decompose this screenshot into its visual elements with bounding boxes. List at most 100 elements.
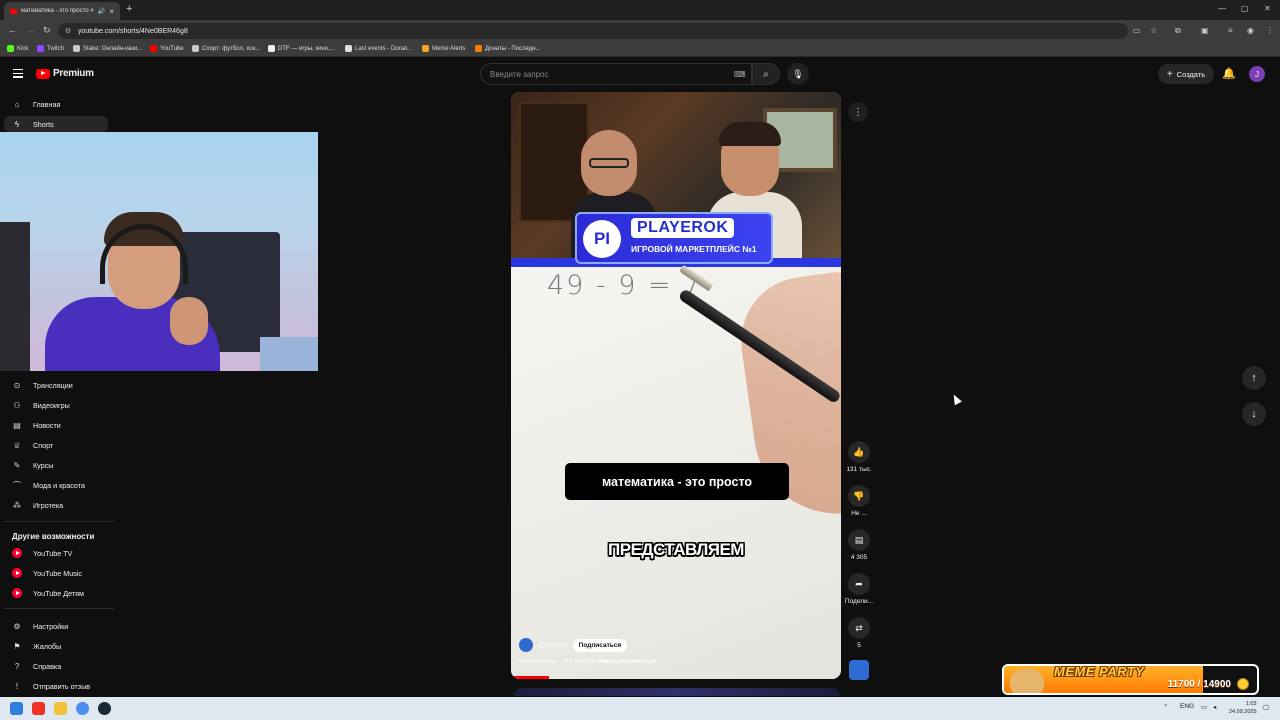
- dislike-button[interactable]: 👎: [848, 485, 870, 507]
- notifications-bell-icon[interactable]: 🔔: [1222, 67, 1236, 80]
- back-icon[interactable]: ←: [8, 25, 17, 35]
- remix-button[interactable]: ⇄: [848, 617, 870, 639]
- create-button[interactable]: + Создать: [1158, 64, 1214, 84]
- share-button[interactable]: ➦: [848, 573, 870, 595]
- video-hashtag[interactable]: #нельзясмеяться: [598, 658, 657, 665]
- close-window-icon[interactable]: ✕: [1264, 4, 1271, 13]
- bookmark-star-icon[interactable]: ☆: [1150, 26, 1157, 35]
- subscribe-button[interactable]: Подписаться: [572, 638, 628, 652]
- network-icon[interactable]: ▭: [1201, 703, 1207, 711]
- like-button[interactable]: 👍: [848, 441, 870, 463]
- next-short-preview[interactable]: [514, 688, 840, 696]
- site-info-icon[interactable]: ⚙: [65, 27, 71, 35]
- forward-icon[interactable]: →: [26, 25, 35, 35]
- tab-audio-icon[interactable]: 🔊: [98, 8, 105, 15]
- sidebar-item-live[interactable]: ⊙ Трансляции: [4, 377, 108, 393]
- previous-short-button[interactable]: ↑: [1242, 366, 1266, 390]
- sidebar-item-gaming[interactable]: ⚇ Видеоигры: [4, 397, 108, 413]
- volume-icon[interactable]: ◂: [1213, 703, 1216, 711]
- windows-start-icon[interactable]: [10, 702, 23, 715]
- bookmark-donations[interactable]: Донаты - Последн...: [475, 45, 541, 52]
- notifications-center-icon[interactable]: ▢: [1263, 703, 1269, 711]
- channel-avatar[interactable]: [519, 638, 533, 652]
- sidebar-item-news[interactable]: ▤ Новости: [4, 417, 108, 433]
- bookmark-kick[interactable]: Kick: [7, 45, 28, 52]
- sidebar-item-label: Главная: [33, 99, 61, 109]
- sidebar-item-help[interactable]: ? Справка: [4, 658, 108, 674]
- maximize-icon[interactable]: ▢: [1241, 4, 1249, 13]
- sound-source-avatar[interactable]: [849, 660, 869, 680]
- sidebar-item-sport[interactable]: ♕ Спорт: [4, 437, 108, 453]
- bookmark-twitch[interactable]: Twitch: [37, 45, 64, 52]
- youtube-play-icon: [36, 68, 50, 79]
- dtf-icon: [268, 45, 275, 52]
- sidebar-item-label: Настройки: [33, 621, 69, 631]
- more-options-button[interactable]: ⋮: [848, 102, 868, 122]
- sidebar-item-youtube-music[interactable]: YouTube Music: [4, 565, 108, 581]
- account-avatar[interactable]: J: [1249, 66, 1265, 82]
- sidebar-item-home[interactable]: ⌂ Главная: [4, 96, 108, 112]
- reload-icon[interactable]: ↻: [43, 25, 51, 36]
- share-label: Подели...: [844, 598, 874, 605]
- video-progress-bar[interactable]: [511, 676, 549, 679]
- next-short-button[interactable]: ↓: [1242, 402, 1266, 426]
- doge-icon: [1010, 669, 1044, 693]
- tray-overflow-icon[interactable]: ⌃: [1163, 703, 1168, 711]
- sidebar-item-fashion[interactable]: ⌒ Мода и красота: [4, 477, 108, 493]
- video-title[interactable]: математика - это просто #нельзясмеяться: [519, 658, 657, 665]
- bookmark-dtf[interactable]: DTF — игры, кино,...: [268, 45, 335, 52]
- browser-tab-active[interactable]: математика - это просто # 🔊 ×: [4, 2, 120, 20]
- tab-close-icon[interactable]: ×: [109, 7, 114, 16]
- voice-search-button[interactable]: 🎙: [787, 63, 809, 85]
- extensions-icon[interactable]: ⧉: [1175, 26, 1181, 36]
- file-explorer-icon[interactable]: [54, 702, 67, 715]
- shorts-video-player[interactable]: PI PLAYEROK ИГРОВОЙ МАРКЕТПЛЕЙС №1 49 - …: [511, 92, 841, 679]
- sponsor-tagline: ИГРОВОЙ МАРКЕТПЛЕЙС №1: [631, 244, 757, 254]
- search-button[interactable]: ⌕: [752, 63, 780, 85]
- feedback-icon: !: [15, 681, 19, 691]
- meme-party-count: 11700 / 14900: [1167, 679, 1231, 690]
- comments-button[interactable]: ▤: [848, 529, 870, 551]
- new-tab-icon[interactable]: +: [126, 3, 132, 15]
- kebab-menu-icon[interactable]: ⋮: [1266, 26, 1274, 35]
- media-icon[interactable]: ≡: [1228, 26, 1233, 35]
- keyboard-icon[interactable]: ⌨: [734, 70, 746, 79]
- sidebar-item-feedback[interactable]: ! Отправить отзыв: [4, 678, 108, 694]
- brand-text: Premium: [53, 68, 94, 79]
- sidebar-item-courses[interactable]: ✎ Курсы: [4, 457, 108, 473]
- plus-icon: +: [1166, 68, 1173, 80]
- youtube-logo[interactable]: Premium: [36, 68, 94, 79]
- yandex-browser-icon[interactable]: [32, 702, 45, 715]
- language-indicator[interactable]: ENG: [1180, 703, 1194, 710]
- chrome-icon[interactable]: [76, 702, 89, 715]
- channel-name[interactable]: @narezw: [538, 642, 568, 649]
- sidebar-item-label: Мода и красота: [33, 480, 85, 490]
- search-input[interactable]: Введите запрос: [480, 63, 752, 85]
- bookmark-youtube[interactable]: YouTube: [150, 45, 184, 52]
- system-clock[interactable]: 1:03 24.09.2025: [1229, 700, 1257, 716]
- browser-tab-strip: математика - это просто # 🔊 × + — ▢ ✕: [0, 0, 1280, 20]
- home-icon: ⌂: [14, 99, 20, 109]
- microphone-icon: 🎙: [792, 68, 804, 79]
- minimize-icon[interactable]: —: [1218, 4, 1226, 13]
- profile-icon[interactable]: ◉: [1247, 26, 1254, 35]
- sidebar-item-label: Спорт: [33, 440, 54, 450]
- sidebar-item-reports[interactable]: ⚑ Жалобы: [4, 638, 108, 654]
- hamburger-menu-icon[interactable]: [13, 69, 23, 78]
- bookmark-last-events[interactable]: Last events - Donat...: [345, 45, 412, 52]
- cast-icon[interactable]: ▭: [1133, 26, 1141, 35]
- bookmark-stake[interactable]: Stake: Онлайн-кази...: [73, 45, 142, 52]
- bookmark-sport[interactable]: Спорт: футбол, хок...: [192, 45, 260, 52]
- address-bar[interactable]: ⚙ youtube.com/shorts/4Ne0BER46g8: [58, 23, 1128, 39]
- flag-icon: ⚑: [13, 641, 21, 651]
- sidebar-item-youtube-kids[interactable]: YouTube Детям: [4, 585, 108, 601]
- mouse-cursor-icon: [950, 392, 962, 406]
- stake-icon: [73, 45, 80, 52]
- tab-search-icon[interactable]: ▣: [1201, 26, 1209, 35]
- steam-icon[interactable]: [98, 702, 111, 715]
- sidebar-item-playables[interactable]: ⁂ Игротека: [4, 497, 108, 513]
- bookmark-meme-alerts[interactable]: Meme Alerts: [422, 45, 465, 52]
- sidebar-item-youtube-tv[interactable]: YouTube TV: [4, 545, 108, 561]
- sidebar-item-shorts[interactable]: ϟ Shorts: [4, 116, 108, 132]
- sidebar-item-settings[interactable]: ⚙ Настройки: [4, 618, 108, 634]
